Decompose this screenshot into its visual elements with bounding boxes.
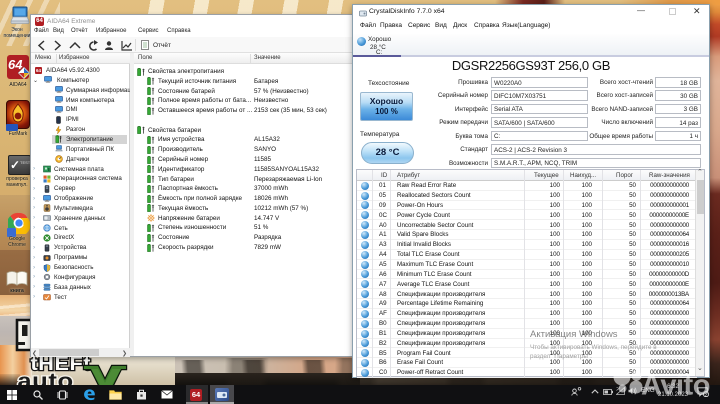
svg-text:Avito: Avito <box>641 370 710 399</box>
